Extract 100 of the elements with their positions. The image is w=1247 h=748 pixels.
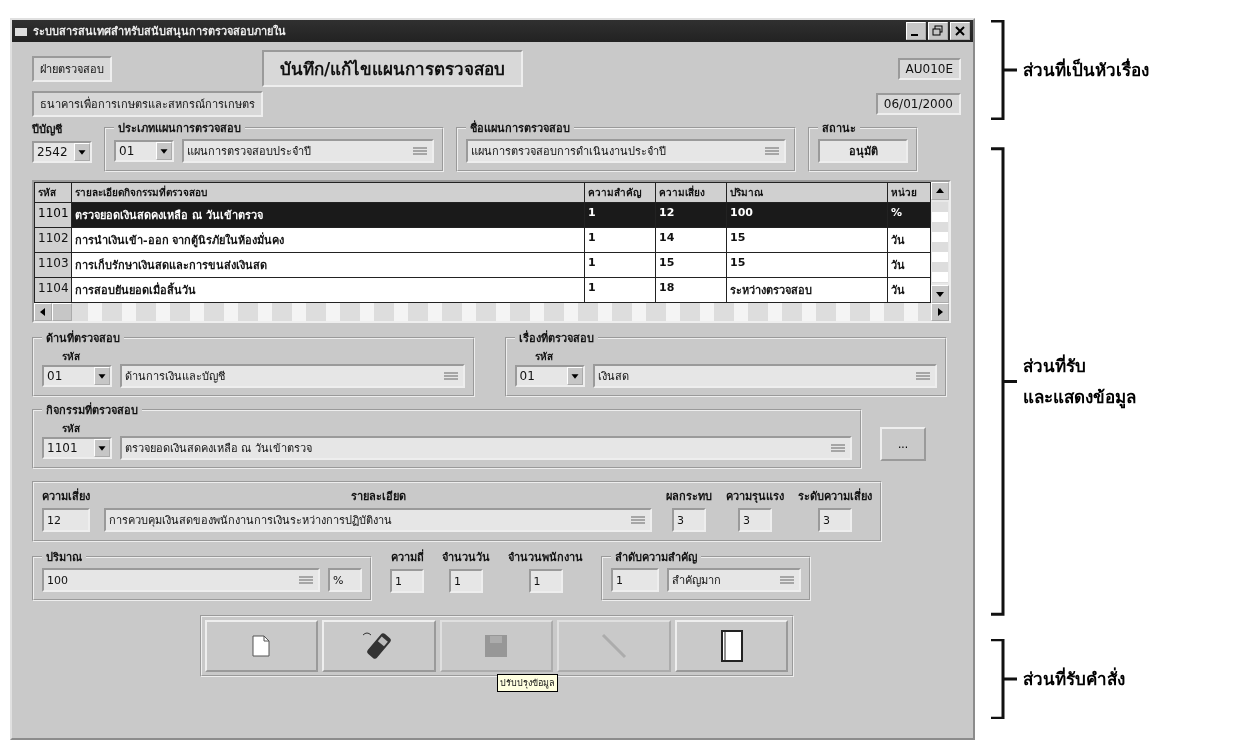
- scroll-left-icon[interactable]: [34, 303, 52, 321]
- form-code: AU010E: [897, 57, 961, 80]
- group-label: ปริมาณ: [45, 550, 83, 566]
- table-cell[interactable]: 1103: [35, 253, 71, 277]
- plan-type-field[interactable]: แผนการตรวจสอบประจำปี: [182, 139, 434, 163]
- score-field[interactable]: 3: [818, 508, 852, 532]
- field-label: ความรุนแรง: [726, 489, 784, 505]
- field-label: รหัส: [61, 422, 81, 436]
- code-dropdown[interactable]: 01: [42, 365, 112, 387]
- risk-field[interactable]: 12: [42, 508, 90, 532]
- document-icon: [252, 635, 271, 657]
- group-label: ด้านที่ตรวจสอบ: [45, 329, 121, 347]
- scroll-right-icon[interactable]: [931, 303, 949, 321]
- field-label: ระดับความเสี่ยง: [798, 487, 872, 505]
- table-cell[interactable]: การสอบยันยอดเมื่อสิ้นวัน: [72, 278, 584, 302]
- table-cell[interactable]: 14: [656, 228, 726, 252]
- column-header[interactable]: รหัส: [35, 183, 71, 202]
- browse-button[interactable]: ...: [880, 427, 926, 461]
- scroll-thumb[interactable]: [52, 303, 72, 321]
- code-dropdown[interactable]: 01: [114, 140, 174, 162]
- window-icon: [15, 26, 27, 36]
- count-field[interactable]: 1: [528, 569, 563, 593]
- table-cell[interactable]: วัน: [888, 253, 930, 277]
- priority-field[interactable]: สำคัญมาก: [667, 568, 801, 592]
- group-label: สถานะ: [821, 121, 857, 137]
- field-label: รหัส: [533, 350, 554, 364]
- scroll-icon[interactable]: [629, 513, 647, 527]
- column-header[interactable]: หน่วย: [888, 183, 930, 202]
- page-button[interactable]: [674, 620, 789, 672]
- count-field[interactable]: 1: [449, 569, 483, 593]
- table-cell[interactable]: 1: [585, 228, 655, 252]
- scroll-up-icon[interactable]: [931, 182, 949, 200]
- count-field[interactable]: 1: [390, 569, 424, 593]
- annotation-text: ส่วนที่รับ และแสดงข้อมูล: [1023, 353, 1136, 411]
- table-cell[interactable]: 1102: [35, 228, 71, 252]
- page-icon: [719, 630, 744, 662]
- table-cell[interactable]: 1101: [35, 203, 71, 227]
- scroll-icon[interactable]: [829, 441, 847, 455]
- table-cell[interactable]: 12: [656, 203, 726, 227]
- table-cell[interactable]: 1: [585, 278, 655, 302]
- column-header[interactable]: รายละเอียดกิจกรรมที่ตรวจสอบ: [72, 183, 584, 202]
- scroll-icon[interactable]: [411, 144, 429, 158]
- scroll-icon[interactable]: [914, 369, 932, 383]
- table-cell[interactable]: วัน: [888, 278, 930, 302]
- department-label: ฝ่ายตรวจสอบ: [32, 55, 112, 82]
- field-label: จำนวนวัน: [442, 550, 490, 566]
- restore-icon[interactable]: [928, 22, 948, 40]
- score-field[interactable]: 3: [672, 508, 706, 532]
- table-cell[interactable]: 1104: [35, 278, 71, 302]
- detail-field[interactable]: การควบคุมเงินสดของพนักงานการเงินระหว่างการปฏิบัติงาน: [104, 508, 652, 532]
- group-label: ชื่อแผนการตรวจสอบ: [469, 119, 571, 137]
- table-cell[interactable]: 1: [585, 203, 655, 227]
- year-dropdown[interactable]: 2542: [32, 141, 92, 163]
- annotation-text: ส่วนที่เป็นหัวเรื่อง: [1023, 57, 1149, 82]
- plan-name-field[interactable]: แผนการตรวจสอบการดำเนินงานประจำปี: [466, 139, 786, 163]
- unit-field[interactable]: %: [328, 568, 362, 592]
- column-header[interactable]: ความเสี่ยง: [656, 183, 726, 202]
- name-field[interactable]: เงินสด: [592, 364, 937, 388]
- table-cell[interactable]: 100: [727, 203, 887, 227]
- column-header[interactable]: ความสำคัญ: [585, 183, 655, 202]
- scroll-down-icon[interactable]: [931, 285, 949, 303]
- table-cell[interactable]: 15: [656, 253, 726, 277]
- table-cell[interactable]: ตรวจยอดเงินสดคงเหลือ ณ วันเข้าตรวจ: [72, 203, 584, 227]
- edit-button[interactable]: [322, 620, 436, 672]
- quantity-field[interactable]: 100: [42, 568, 320, 592]
- tooltip: ปรับปรุงข้อมูล: [497, 674, 558, 692]
- column-header[interactable]: ปริมาณ: [727, 183, 887, 202]
- table-cell[interactable]: 15: [727, 228, 887, 252]
- score-field[interactable]: 3: [738, 508, 772, 532]
- priority-code-field[interactable]: 1: [611, 568, 659, 592]
- table-cell[interactable]: 1: [585, 253, 655, 277]
- scroll-icon[interactable]: [778, 573, 796, 587]
- group-label: เรื่องที่ตรวจสอบ: [517, 329, 595, 347]
- scroll-icon[interactable]: [297, 573, 315, 587]
- form-heading: บันทึก/แก้ไขแผนการตรวจสอบ: [262, 50, 524, 87]
- annotation-text: ส่วนที่รับคำสั่ง: [1023, 666, 1125, 691]
- table-cell[interactable]: 18: [656, 278, 726, 302]
- field-label: รหัส: [61, 350, 81, 364]
- code-dropdown[interactable]: 1101: [42, 437, 112, 459]
- minimize-icon[interactable]: [906, 22, 926, 40]
- scroll-icon[interactable]: [441, 369, 460, 383]
- name-field[interactable]: ด้านการเงินและบัญชี: [120, 364, 465, 388]
- group-label: กิจกรรมที่ตรวจสอบ: [45, 401, 139, 419]
- table-cell[interactable]: ระหว่างตรวจสอบ: [727, 278, 887, 302]
- table-cell[interactable]: %: [888, 203, 930, 227]
- table-cell[interactable]: วัน: [888, 228, 930, 252]
- horizontal-scrollbar[interactable]: [34, 303, 949, 321]
- table-cell[interactable]: การเก็บรักษาเงินสดและการขนส่งเงินสด: [72, 253, 584, 277]
- close-icon[interactable]: [950, 22, 970, 40]
- field-label: จำนวนพนักงาน: [508, 550, 583, 566]
- code-dropdown[interactable]: 01: [514, 365, 585, 387]
- field-label: ผลกระทบ: [666, 489, 712, 505]
- field-label: ความถี่: [390, 548, 424, 566]
- vertical-scrollbar[interactable]: [931, 182, 949, 303]
- table-cell[interactable]: 15: [727, 253, 887, 277]
- scroll-icon[interactable]: [763, 144, 781, 158]
- status-field: อนุมัติ: [818, 139, 908, 163]
- organization-label: ธนาคารเพื่อการเกษตรและสหกรณ์การเกษตร: [32, 91, 263, 117]
- activity-field[interactable]: ตรวจยอดเงินสดคงเหลือ ณ วันเข้าตรวจ: [120, 436, 852, 460]
- table-cell[interactable]: การนำเงินเข้า-ออก จากตู้นิรภัยในห้องมั่นคง: [72, 228, 584, 252]
